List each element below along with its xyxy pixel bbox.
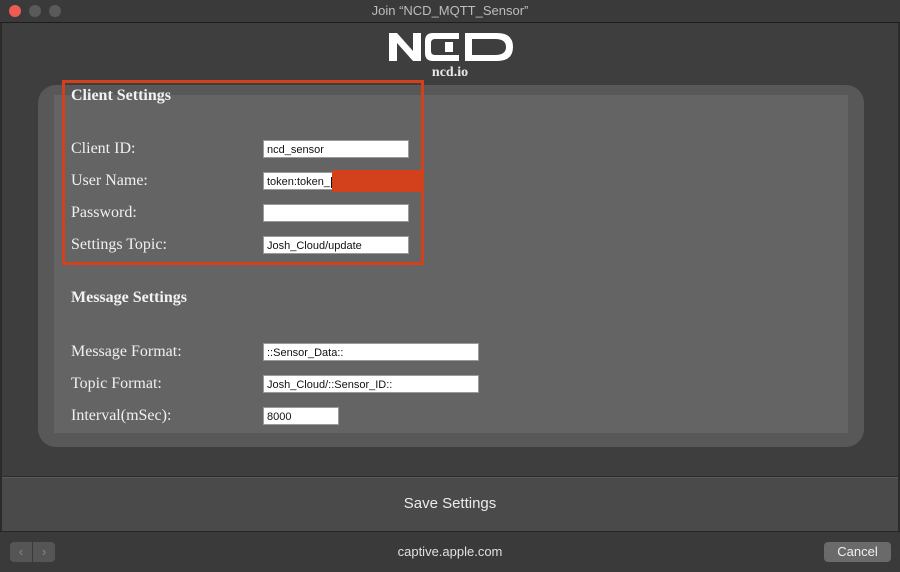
window-title: Join “NCD_MQTT_Sensor” <box>371 3 529 18</box>
message-format-value: ::Sensor_Data:: <box>267 347 344 359</box>
topic-format-field[interactable]: Josh_Cloud/::Sensor_ID:: <box>263 375 479 393</box>
interval-value: 8000 <box>267 411 292 423</box>
cancel-button[interactable]: Cancel <box>824 542 891 562</box>
ncd-logo <box>389 33 513 61</box>
message-format-label: Message Format: <box>71 343 182 360</box>
save-settings-button[interactable]: Save Settings <box>2 477 898 531</box>
save-settings-label: Save Settings <box>403 495 497 512</box>
url-label: captive.apple.com <box>397 544 503 559</box>
interval-field[interactable]: 8000 <box>263 407 339 425</box>
message-settings-title: Message Settings <box>71 289 187 306</box>
topic-format-label: Topic Format: <box>71 375 162 392</box>
captive-portal-content: ncd.io Client Settings Client ID: ncd_se… <box>2 23 898 476</box>
message-format-field[interactable]: ::Sensor_Data:: <box>263 343 479 361</box>
topic-format-value: Josh_Cloud/::Sensor_ID:: <box>267 379 393 391</box>
title-bar: Join “NCD_MQTT_Sensor” <box>0 0 900 23</box>
logo-subtitle: ncd.io <box>431 65 469 80</box>
highlight-marker <box>332 170 424 192</box>
browser-toolbar: ‹ › captive.apple.com Cancel <box>0 531 900 572</box>
interval-label: Interval(mSec): <box>71 407 172 424</box>
